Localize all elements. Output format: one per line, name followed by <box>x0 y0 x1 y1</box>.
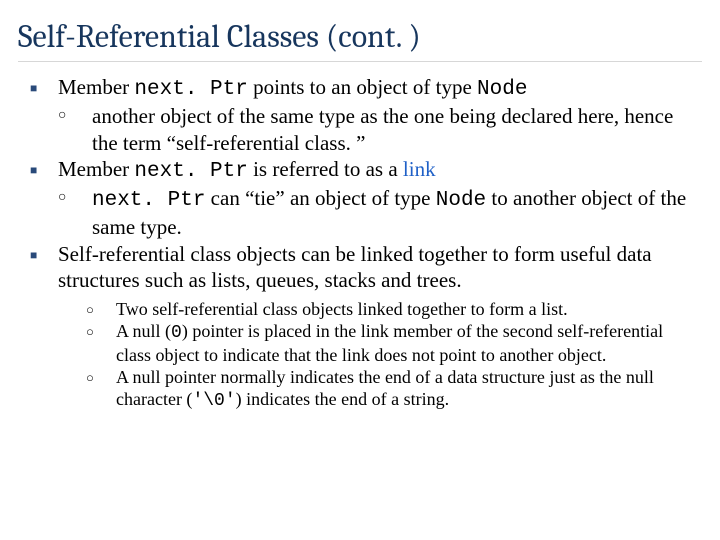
circle-bullet-icon: ○ <box>86 299 116 321</box>
slide-page: Self-Referential Classes (cont. ) ■ Memb… <box>0 0 720 540</box>
square-bullet-icon: ■ <box>30 74 58 103</box>
bullet-3-sub-2: ○ A null (0) pointer is placed in the li… <box>58 321 690 367</box>
bullet-3-sub-3-text: A null pointer normally indicates the en… <box>116 367 690 413</box>
bullet-1: ■ Member next. Ptr points to an object o… <box>30 74 690 103</box>
bullet-3-sub-1-text: Two self-referential class objects linke… <box>116 299 690 321</box>
bullet-2-sub-1-text: next. Ptr can “tie” an object of type No… <box>92 185 690 241</box>
bullet-3-sub-1: ○ Two self-referential class objects lin… <box>58 299 690 321</box>
slide-title: Self-Referential Classes (cont. ) <box>0 0 720 59</box>
title-rule <box>18 61 702 62</box>
bullet-2-text: Member next. Ptr is referred to as a lin… <box>58 156 690 185</box>
bullet-3-sub-3: ○ A null pointer normally indicates the … <box>58 367 690 413</box>
bullet-1-sub-1-text: another object of the same type as the o… <box>92 103 690 156</box>
bullet-3: ■ Self-referential class objects can be … <box>30 241 690 294</box>
square-bullet-icon: ■ <box>30 241 58 294</box>
bullet-1-sub-1: ○ another object of the same type as the… <box>30 103 690 156</box>
bullet-3-sub-2-text: A null (0) pointer is placed in the link… <box>116 321 690 367</box>
circle-bullet-icon: ○ <box>58 103 92 156</box>
bullet-2-sub-1: ○ next. Ptr can “tie” an object of type … <box>30 185 690 241</box>
circle-bullet-icon: ○ <box>58 185 92 241</box>
circle-bullet-icon: ○ <box>86 367 116 413</box>
circle-bullet-icon: ○ <box>86 321 116 367</box>
bullet-3-text: Self-referential class objects can be li… <box>58 241 690 294</box>
bullet-2: ■ Member next. Ptr is referred to as a l… <box>30 156 690 185</box>
bullet-3-subs: ○ Two self-referential class objects lin… <box>30 299 690 413</box>
slide-content: ■ Member next. Ptr points to an object o… <box>0 72 720 413</box>
square-bullet-icon: ■ <box>30 156 58 185</box>
bullet-1-text: Member next. Ptr points to an object of … <box>58 74 690 103</box>
